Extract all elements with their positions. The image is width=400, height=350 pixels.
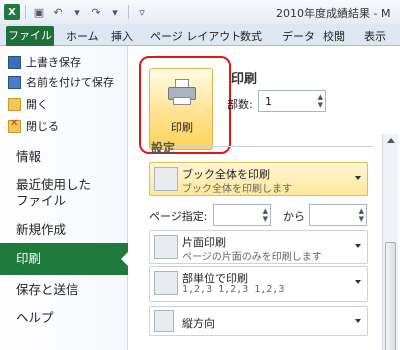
- settings-divider: [173, 146, 373, 147]
- collate-desc: 1,2,3 1,2,3 1,2,3: [182, 284, 285, 295]
- orientation-dropdown[interactable]: 縦方向: [149, 306, 368, 336]
- portrait-icon: [154, 310, 174, 332]
- orientation-title: 縦方向: [182, 317, 215, 330]
- copies-value: 1: [265, 95, 272, 108]
- tab-review[interactable]: 校閲: [323, 27, 345, 46]
- nav-recent-line2[interactable]: ファイル: [0, 193, 128, 208]
- print-section-title: 印刷: [231, 72, 258, 87]
- qat-separator: [128, 5, 129, 19]
- settings-heading: 設定: [151, 141, 176, 155]
- quick-access-toolbar: X ▣ ↶ ▾ ↷ ▾ ▿: [4, 4, 150, 20]
- tab-file[interactable]: ファイル: [6, 26, 54, 46]
- save-as-icon: [8, 75, 21, 89]
- close-command[interactable]: 閉じる: [8, 118, 59, 134]
- chevron-down-icon: [355, 280, 361, 284]
- chevron-down-icon: [355, 176, 361, 180]
- redo-icon[interactable]: ↷: [88, 4, 104, 20]
- spin-arrows-icon[interactable]: ▲ ▼: [359, 207, 364, 223]
- pages-row: ページ指定: ▲ ▼ から ▲ ▼: [149, 204, 389, 226]
- collated-icon: [154, 271, 178, 295]
- save-command[interactable]: 上書き保存: [8, 54, 81, 70]
- pages-from-input[interactable]: ▲ ▼: [213, 204, 271, 226]
- chevron-down-icon: [355, 319, 361, 323]
- nav-recent-line1[interactable]: 最近使用した: [0, 177, 128, 192]
- print-what-desc: ブック全体を印刷します: [182, 184, 292, 195]
- tab-view[interactable]: 表示: [364, 27, 386, 46]
- chevron-down-icon: [355, 244, 361, 248]
- spin-arrows-icon[interactable]: ▲ ▼: [263, 207, 268, 223]
- tab-page-layout[interactable]: ページ レイアウト: [150, 27, 241, 46]
- pages-to-input[interactable]: ▲ ▼: [309, 204, 367, 226]
- save-as-command[interactable]: 名前を付けて保存: [8, 74, 114, 90]
- tab-insert[interactable]: 挿入: [111, 27, 133, 46]
- nav-info[interactable]: 情報: [0, 149, 128, 164]
- nav-share[interactable]: 保存と送信: [0, 282, 128, 297]
- pages-to-label: から: [283, 210, 305, 223]
- qat-separator: [25, 5, 26, 19]
- nav-new[interactable]: 新規作成: [0, 222, 128, 237]
- open-command-label: 開く: [26, 98, 48, 111]
- customize-qat-icon[interactable]: ▿: [134, 4, 150, 20]
- one-sided-icon: [154, 235, 178, 259]
- print-what-dropdown[interactable]: ブック全体を印刷 ブック全体を印刷します: [149, 162, 368, 196]
- open-folder-icon: [8, 97, 21, 111]
- sides-dropdown[interactable]: 片面印刷 ページの片面のみを印刷します: [149, 230, 368, 264]
- scroll-up-icon[interactable]: [387, 138, 395, 143]
- undo-icon[interactable]: ↶: [50, 4, 66, 20]
- tab-data[interactable]: データ: [282, 27, 315, 46]
- backstage-nav: 上書き保存 名前を付けて保存 開く 閉じる 情報 最近使用した ファイル 新規作…: [0, 46, 129, 350]
- scrollbar-thumb[interactable]: [385, 242, 396, 350]
- close-command-label: 閉じる: [26, 120, 59, 133]
- open-command[interactable]: 開く: [8, 96, 48, 112]
- tab-formulas[interactable]: 数式: [240, 27, 262, 46]
- collate-dropdown[interactable]: 部単位で印刷 1,2,3 1,2,3 1,2,3: [149, 266, 368, 302]
- save-as-command-label: 名前を付けて保存: [26, 76, 114, 89]
- copies-label: 部数:: [227, 98, 253, 111]
- pages-label: ページ指定:: [149, 210, 208, 223]
- save-command-label: 上書き保存: [26, 56, 81, 69]
- nav-help[interactable]: ヘルプ: [0, 310, 128, 325]
- workbook-icon: [154, 167, 178, 191]
- sides-desc: ページの片面のみを印刷します: [182, 252, 322, 263]
- spin-arrows-icon[interactable]: ▲ ▼: [318, 93, 323, 109]
- settings-scrollbar[interactable]: [382, 134, 398, 350]
- tab-home[interactable]: ホーム: [66, 27, 99, 46]
- print-panel: 印刷 印刷 部数: 1 ▲ ▼ 設定 ブック全体を印刷 ブック全体を印刷します ペ…: [129, 46, 400, 350]
- ribbon-tab-bar: ファイル ホーム 挿入 ページ レイアウト 数式 データ 校閲 表示: [0, 24, 400, 46]
- copies-spinner[interactable]: 1 ▲ ▼: [258, 90, 326, 112]
- dropdown-arrow-icon[interactable]: ▾: [107, 4, 123, 20]
- close-folder-icon: [8, 118, 21, 133]
- nav-print[interactable]: 印刷: [0, 243, 129, 275]
- dropdown-arrow-icon[interactable]: ▾: [69, 4, 85, 20]
- window-title: 2010年度成績結果 - M: [276, 7, 391, 20]
- title-bar: X ▣ ↶ ▾ ↷ ▾ ▿ 2010年度成績結果 - M: [0, 0, 400, 24]
- save-icon: [8, 55, 21, 69]
- save-icon[interactable]: ▣: [31, 4, 47, 20]
- excel-logo-icon[interactable]: X: [4, 4, 20, 20]
